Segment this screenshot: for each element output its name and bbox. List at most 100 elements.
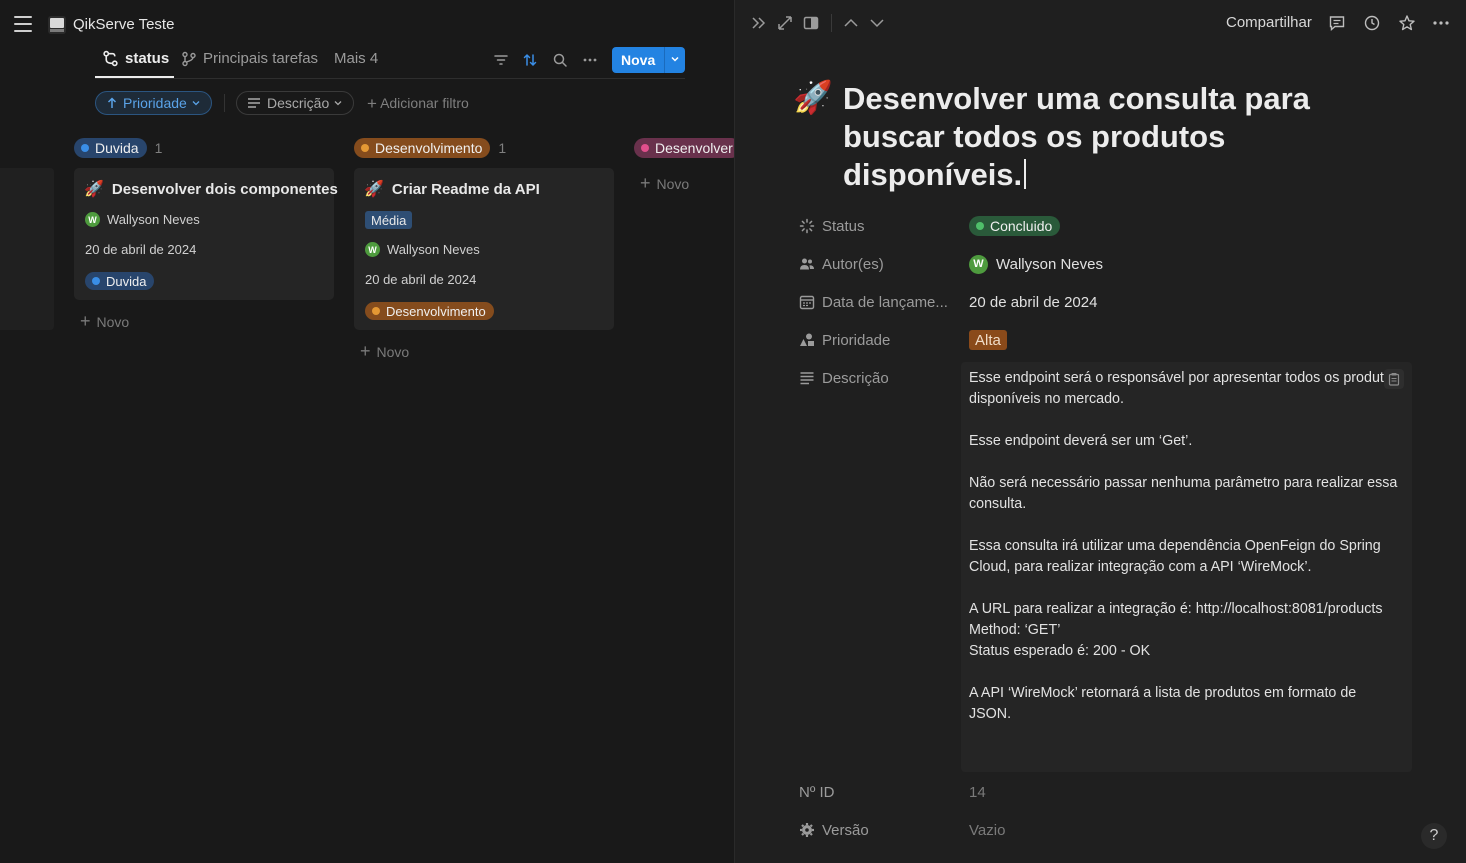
card-date: 20 de abril de 2024 [85,242,197,257]
board-card[interactable]: 🚀 Criar Readme da API Média W Wallyson N… [354,168,614,330]
column-header-duvida[interactable]: Duvida 1 [74,138,162,158]
star-icon[interactable] [1398,14,1416,32]
plus-icon: + [360,341,371,361]
search-icon[interactable] [552,52,568,68]
help-button[interactable]: ? [1421,823,1447,849]
view-tabs-divider [95,78,685,79]
sort-icon[interactable] [522,52,538,68]
tab-principais-label: Principais tarefas [203,50,319,67]
column-header-desenvolvimento[interactable]: Desenvolvimento 1 [354,138,506,158]
text-lines-icon [248,98,260,108]
tab-more-label: Mais 4 [334,50,379,67]
property-priority[interactable]: Prioridade Alta [799,329,1439,351]
description-text[interactable]: Esse endpoint será o responsável por apr… [969,368,1399,746]
property-version[interactable]: Versão Vazio [799,819,1439,841]
chevron-down-icon[interactable] [665,54,685,67]
status-badge: Desenvolver [634,138,734,158]
tab-status-label: status [125,50,170,67]
plus-icon: + [80,311,91,331]
plus-icon: + [367,94,377,113]
chevron-down-icon[interactable] [868,14,886,32]
card-priority: Média [365,211,413,229]
property-release-date[interactable]: Data de lançame... 20 de abril de 2024 [799,291,1439,313]
rocket-icon: 🚀 [364,181,384,198]
plus-icon: + [640,173,651,193]
new-card-button[interactable]: + Novo [360,341,409,362]
more-options-icon[interactable] [1432,14,1450,32]
copy-icon[interactable] [1384,369,1404,389]
gear-icon [800,823,814,837]
author-name[interactable]: Wallyson Neves [996,256,1103,273]
id-value: 14 [969,783,986,801]
avatar: W [365,242,380,257]
version-value[interactable]: Vazio [969,822,1005,839]
comment-icon[interactable] [1328,14,1346,32]
previous-column-card[interactable] [0,168,54,330]
tab-more[interactable]: Mais 4 [334,50,378,67]
sort-priority-chip[interactable]: Prioridade [95,91,212,115]
card-title: 🚀 Criar Readme da API [364,180,540,199]
share-button[interactable]: Compartilhar [1226,14,1312,31]
text-cursor [1024,159,1027,189]
board-area: QikServe Teste status Principais tarefas… [0,0,734,863]
description-filter-chip[interactable]: Descrição [236,91,355,115]
rocket-icon: 🚀 [84,181,104,198]
card-author: W Wallyson Neves [365,242,480,257]
card-status: Duvida [85,272,155,290]
avatar: W [85,212,100,227]
menu-icon[interactable] [14,16,32,32]
filter-icon[interactable] [493,52,509,68]
property-authors[interactable]: Autor(es) W Wallyson Neves [799,253,1439,275]
status-badge: Desenvolvimento [365,302,494,320]
add-filter-button[interactable]: + Adicionar filtro [367,94,469,114]
workspace-title[interactable]: QikServe Teste [73,16,174,33]
status-badge: Duvida [85,272,155,290]
expand-icon[interactable] [776,14,794,32]
tab-status[interactable]: status [102,50,169,67]
new-card-button[interactable]: + Novo [80,311,129,332]
page-emoji-icon[interactable]: 🚀 [793,78,833,116]
history-clock-icon[interactable] [1363,14,1381,32]
detail-panel: Compartilhar 🚀 Desenvolver uma consulta … [734,0,1466,863]
property-id[interactable]: Nº ID 14 [799,781,1439,803]
card-title: 🚀 Desenvolver dois componentes [84,180,338,199]
property-status[interactable]: Status Concluido [799,215,1439,237]
description-filter-label: Descrição [267,95,330,111]
priority-tag[interactable]: Alta [969,330,1007,350]
text-lines-icon [800,372,814,385]
page-title[interactable]: Desenvolver uma consulta para buscar tod… [843,80,1343,194]
description-editor[interactable]: Esse endpoint será o responsável por apr… [961,362,1412,772]
column-count: 1 [498,140,507,156]
column-count: 1 [154,140,163,156]
double-chevron-right-icon[interactable] [750,14,768,32]
new-card-button[interactable]: + Novo [640,173,689,194]
column-header-desenvolver[interactable]: Desenvolver [634,138,734,158]
people-icon [800,258,814,270]
status-badge: Desenvolvimento [354,138,491,158]
status-badge[interactable]: Concluido [969,216,1061,236]
branch-icon [103,50,118,67]
shapes-icon [800,333,814,346]
priority-tag: Média [365,211,413,229]
avatar: W [969,254,988,274]
sort-priority-label: Prioridade [123,95,187,111]
card-status: Desenvolvimento [365,302,494,320]
new-button[interactable]: Nova [612,47,685,73]
workspace-icon [48,16,66,34]
status-badge: Duvida [74,138,147,158]
card-date: 20 de abril de 2024 [365,272,477,287]
side-panel-icon[interactable] [802,14,820,32]
board-card[interactable]: 🚀 Desenvolver dois componentes W Wallyso… [74,168,338,300]
branch-icon [182,51,196,66]
chevron-down-icon [334,101,342,106]
calendar-icon [799,295,815,310]
more-options-icon[interactable] [582,52,598,68]
chevron-down-icon [192,101,200,106]
status-spinner-icon [799,218,815,234]
add-filter-label: Adicionar filtro [380,95,469,111]
tab-principais-tarefas[interactable]: Principais tarefas [181,50,318,67]
chevron-up-icon[interactable] [842,14,860,32]
new-button-label: Nova [621,52,656,68]
card-author: W Wallyson Neves [85,212,200,227]
release-date-value[interactable]: 20 de abril de 2024 [969,294,1097,311]
